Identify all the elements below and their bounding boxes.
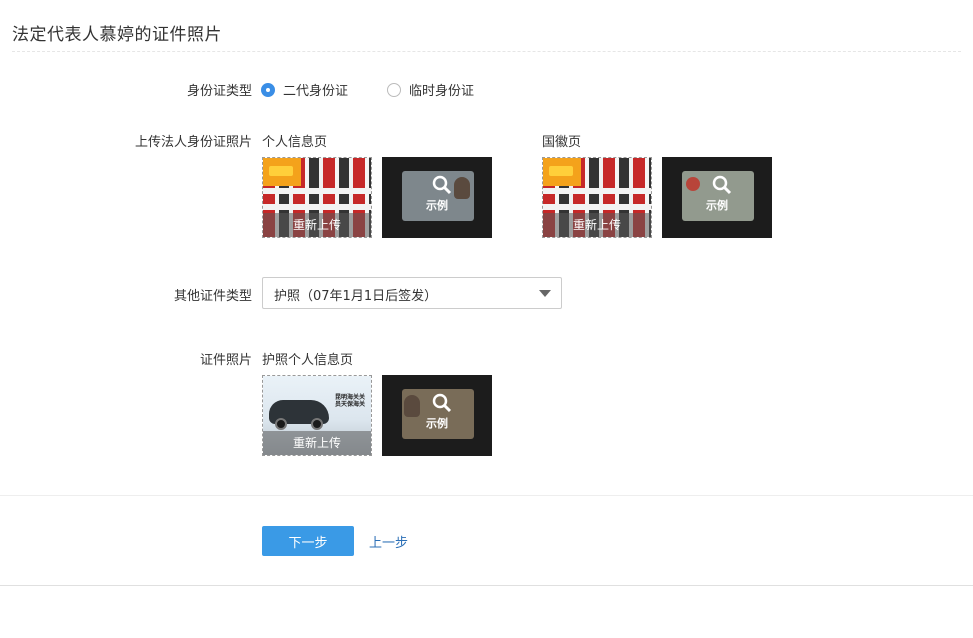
passport-page-title: 护照个人信息页 (262, 353, 354, 368)
reupload-label[interactable]: 重新上传 (263, 213, 371, 237)
select-value: 护照（07年1月1日后签发） (274, 289, 438, 304)
sample-label: 示例 (706, 199, 728, 212)
reupload-label[interactable]: 重新上传 (543, 213, 651, 237)
magnifier-icon (432, 393, 452, 413)
section-divider (0, 495, 973, 496)
back-sample-thumb[interactable]: 示例 (662, 157, 772, 238)
other-type-select[interactable]: 护照（07年1月1日后签发） (262, 277, 562, 309)
footer-divider (0, 585, 973, 586)
magnifier-icon (432, 175, 452, 195)
sample-label: 示例 (426, 199, 448, 212)
radio-checked-icon (261, 82, 275, 97)
upload-id-label: 上传法人身份证照片 (134, 135, 252, 150)
back-upload-thumb[interactable]: 重新上传 (542, 157, 652, 238)
passport-upload-thumb[interactable]: 昆明海关关员天保海关 重新上传 (262, 375, 372, 456)
front-upload-thumb[interactable]: 重新上传 (262, 157, 372, 238)
id-type-label: 身份证类型 (186, 84, 252, 99)
reupload-label[interactable]: 重新上传 (263, 431, 371, 455)
front-sample-thumb[interactable]: 示例 (382, 157, 492, 238)
passport-sample-thumb[interactable]: 示例 (382, 375, 492, 456)
radio-second-gen-id[interactable]: 二代身份证 (261, 80, 348, 99)
front-page-title: 个人信息页 (262, 135, 328, 150)
image-text: 昆明海关关员天保海关 (335, 394, 366, 408)
title-divider (12, 51, 961, 52)
radio-label: 二代身份证 (283, 84, 349, 99)
cert-photo-label: 证件照片 (199, 353, 252, 368)
sample-label: 示例 (426, 417, 448, 430)
back-page-title: 国徽页 (542, 135, 582, 150)
radio-unchecked-icon (387, 82, 401, 97)
next-button[interactable]: 下一步 (262, 526, 354, 556)
prev-link[interactable]: 上一步 (369, 532, 408, 551)
radio-temporary-id[interactable]: 临时身份证 (387, 80, 474, 99)
caret-down-icon (539, 290, 551, 297)
other-type-label: 其他证件类型 (173, 289, 252, 304)
radio-label: 临时身份证 (409, 84, 475, 99)
page-title: 法定代表人慕婷的证件照片 (12, 25, 222, 45)
magnifier-icon (712, 175, 732, 195)
